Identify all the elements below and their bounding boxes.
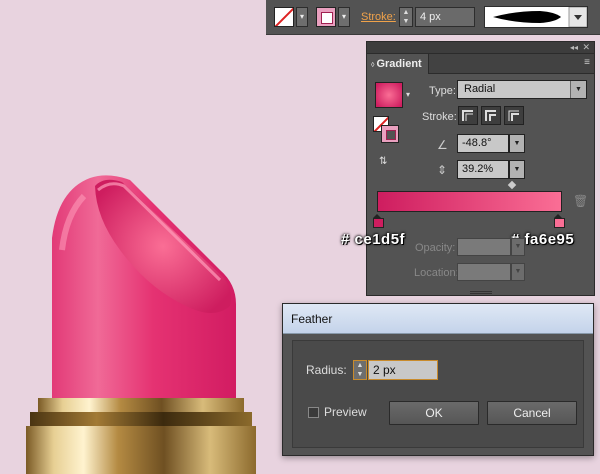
stroke-across-icon: [508, 110, 519, 121]
aspect-ratio-icon: ⇕: [437, 163, 448, 177]
tab-options-icon[interactable]: ◊: [371, 62, 374, 69]
dialog-title[interactable]: Feather: [283, 304, 593, 334]
stroke-swatch-icon[interactable]: [381, 125, 399, 143]
brush-definition-dropdown[interactable]: [484, 6, 588, 28]
stroke-gradient-within-button[interactable]: [458, 106, 478, 125]
opacity-label: Opacity:: [415, 242, 456, 254]
radius-input[interactable]: 2 px: [368, 360, 438, 380]
location-label: Location:: [414, 267, 459, 279]
gradient-preview-swatch[interactable]: [375, 82, 403, 108]
tab-gradient-label: Gradient: [376, 58, 422, 70]
panel-drag-strip[interactable]: ◂◂ ✕: [367, 42, 594, 54]
radius-stepper[interactable]: ▲ ▼: [353, 360, 367, 380]
stroke-along-icon: [485, 110, 496, 121]
tab-gradient[interactable]: ◊ Gradient: [367, 54, 429, 74]
preview-label[interactable]: Preview: [324, 405, 367, 419]
stroke-label[interactable]: Stroke:: [361, 11, 396, 23]
control-bar: ▾ ▾ Stroke: ▲ ▼ 4 px: [266, 0, 600, 35]
gradient-preset-chevron-icon[interactable]: ▾: [406, 90, 410, 99]
radius-label: Radius:: [306, 363, 347, 377]
dialog-body: Radius: ▲ ▼ 2 px Preview OK Cancel: [292, 340, 584, 448]
type-label: Type:: [429, 85, 456, 97]
location-input: [457, 263, 511, 281]
cancel-button[interactable]: Cancel: [487, 401, 577, 425]
gradient-type-value: Radial: [464, 83, 496, 95]
angle-input[interactable]: -48.8°: [457, 134, 509, 153]
stroke-weight-stepper[interactable]: ▲ ▼: [399, 7, 413, 27]
gradient-stop-end[interactable]: [554, 214, 565, 228]
stroke-gradient-across-button[interactable]: [504, 106, 524, 125]
delete-stop-icon[interactable]: 🗑: [573, 194, 588, 208]
close-panel-icon[interactable]: ✕: [582, 42, 590, 53]
stroke-dropdown-chevron-icon[interactable]: ▾: [338, 7, 350, 27]
location-chevron-icon: ▼: [511, 263, 525, 281]
panel-tab-bar: ◊ Gradient ≡: [367, 54, 594, 74]
chevron-down-icon: ▼: [570, 81, 586, 98]
fill-swatch-icon[interactable]: [274, 7, 294, 27]
angle-icon: ∠: [437, 138, 448, 152]
stroke-weight-input[interactable]: 4 px: [415, 7, 475, 27]
gradient-midpoint-handle[interactable]: [507, 180, 517, 190]
brush-stroke-icon: [493, 6, 588, 28]
ok-button[interactable]: OK: [389, 401, 479, 425]
feather-dialog: Feather Radius: ▲ ▼ 2 px Preview OK Cance…: [282, 303, 594, 456]
fill-dropdown-chevron-icon[interactable]: ▾: [296, 7, 308, 27]
panel-menu-icon[interactable]: ≡: [584, 58, 590, 68]
stroke-label: Stroke:: [422, 111, 457, 123]
preview-checkbox[interactable]: [308, 407, 319, 418]
panel-resize-grip[interactable]: [470, 291, 492, 294]
aspect-ratio-chevron-icon[interactable]: ▼: [509, 160, 525, 179]
start-color-hex-annotation: # ce1d5f: [341, 231, 406, 248]
stroke-within-icon: [462, 110, 473, 121]
gradient-type-select[interactable]: Radial ▼: [457, 80, 587, 99]
gradient-panel: ◂◂ ✕ ◊ Gradient ≡ ▾ ⇅ Type: Radial ▼ Stro…: [341, 41, 595, 296]
angle-chevron-icon[interactable]: ▼: [509, 134, 525, 153]
stroke-gradient-along-button[interactable]: [481, 106, 501, 125]
aspect-ratio-input[interactable]: 39.2%: [457, 160, 509, 179]
reverse-gradient-icon[interactable]: ⇅: [379, 156, 397, 170]
collapse-panel-icon[interactable]: ◂◂: [570, 42, 578, 53]
gradient-stop-start[interactable]: [373, 214, 384, 228]
stroke-swatch-icon[interactable]: [316, 7, 336, 27]
opacity-input: [457, 238, 511, 256]
gradient-slider-bar[interactable]: [377, 191, 562, 212]
opacity-chevron-icon: ▼: [511, 238, 525, 256]
